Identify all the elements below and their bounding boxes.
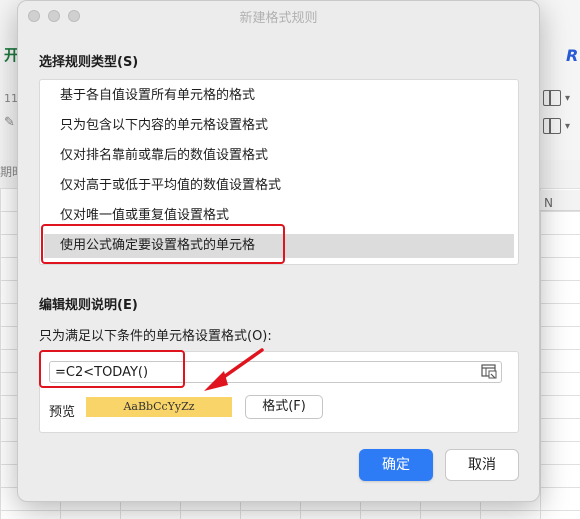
- table-style-icon[interactable]: [543, 118, 561, 134]
- chevron-down-icon[interactable]: ▾: [565, 121, 570, 132]
- ok-button[interactable]: 确定: [359, 449, 433, 481]
- format-button[interactable]: 格式(F): [245, 395, 323, 419]
- column-n-label: N: [544, 196, 553, 210]
- brand-r-icon[interactable]: R: [566, 46, 578, 65]
- chevron-down-icon[interactable]: ▾: [565, 93, 570, 104]
- rule-type-item[interactable]: 只为包含以下内容的单元格设置格式: [40, 114, 518, 138]
- format-painter-icon[interactable]: ✎: [4, 115, 15, 130]
- rule-type-item[interactable]: 仅对高于或低于平均值的数值设置格式: [40, 174, 518, 198]
- dialog-title: 新建格式规则: [239, 11, 318, 26]
- font-size-field[interactable]: 11: [4, 92, 18, 105]
- range-picker-icon[interactable]: [481, 364, 497, 379]
- highlight-box-formula: [39, 350, 185, 388]
- preview-label: 预览: [49, 405, 76, 420]
- rule-type-section-label: 选择规则类型(S): [39, 55, 139, 70]
- edit-rule-section-label: 编辑规则说明(E): [39, 298, 138, 313]
- rule-type-item[interactable]: 仅对排名靠前或靠后的数值设置格式: [40, 144, 518, 168]
- highlight-box-rule: [41, 224, 285, 264]
- cancel-button[interactable]: 取消: [445, 449, 519, 481]
- conditional-format-icon[interactable]: [543, 90, 561, 106]
- preview-sample: AaBbCcYyZz: [86, 397, 232, 417]
- condition-label: 只为满足以下条件的单元格设置格式(O):: [39, 329, 272, 344]
- title-bar[interactable]: 新建格式规则: [18, 1, 539, 31]
- rule-type-item[interactable]: 基于各自值设置所有单元格的格式: [40, 84, 518, 108]
